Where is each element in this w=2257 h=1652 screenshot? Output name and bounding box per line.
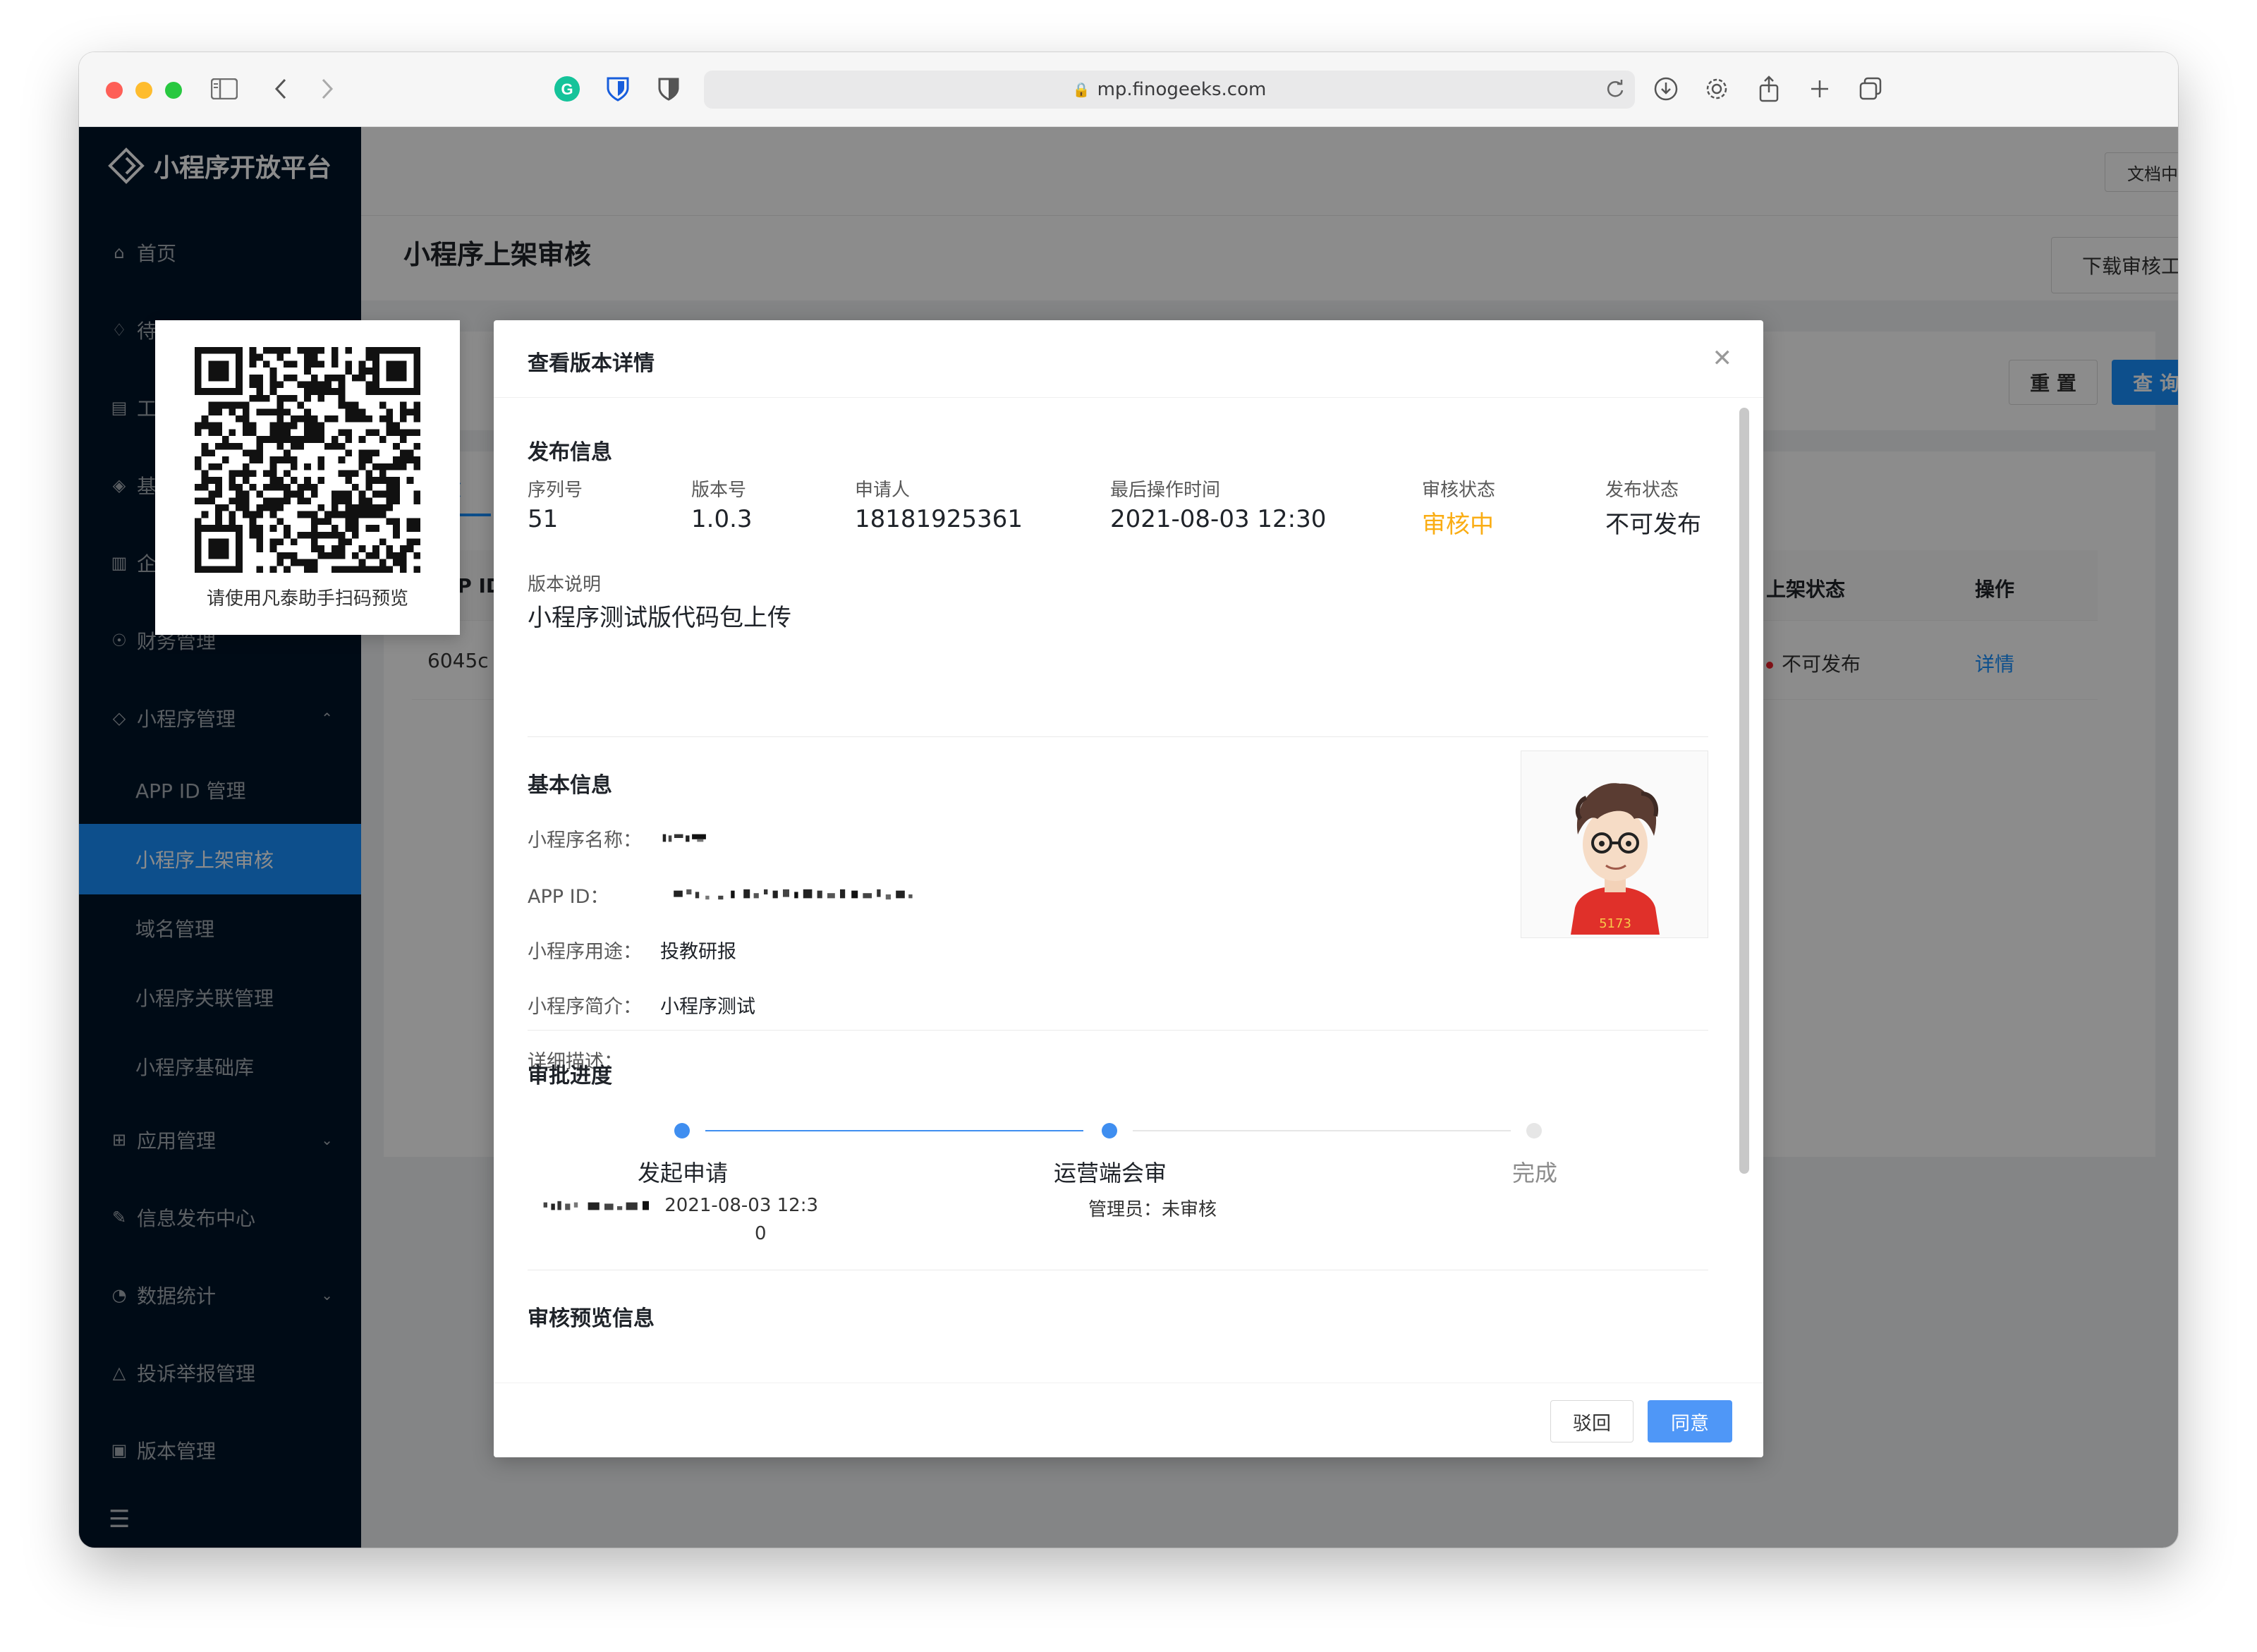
qr-scan-tip: 请使用凡泰助手扫码预览 [206,588,408,609]
step-dot-submit [674,1123,690,1138]
last-op-time-label: 最后操作时间 [1110,480,1221,501]
address-bar[interactable]: 🔒 mp.finogeeks.com [704,71,1635,109]
modal-footer: 驳回 同意 [494,1383,1763,1457]
share-icon[interactable] [1751,71,1787,107]
section-title-basic: 基本信息 [528,773,612,798]
intro-label: 小程序简介： [528,995,642,1018]
intro-value: 小程序测试 [660,995,755,1018]
svg-text:5173: 5173 [1599,916,1631,931]
section-divider [528,1030,1708,1031]
step-connector-pending [1133,1130,1511,1131]
miniprogram-icon-image: 5173 [1521,751,1708,938]
version-label: 版本号 [691,480,747,501]
publish-status-label: 发布状态 [1605,480,1679,501]
redacted-name-pixels [662,834,706,842]
usage-value: 投教研报 [660,940,736,963]
appid-label: APP ID： [528,885,609,908]
qr-code-image [195,347,420,573]
new-tab-plus-icon[interactable] [1801,71,1838,107]
forward-icon[interactable] [309,71,346,107]
minimize-window-button[interactable] [135,82,152,99]
privacy-extension-icon[interactable] [650,71,687,107]
browser-toolbar: G 🔒 mp.finogeeks.com [79,52,2178,127]
version-desc-value: 小程序测试版代码包上传 [528,604,791,632]
address-bar-url: mp.finogeeks.com [1097,79,1267,100]
publish-status-value: 不可发布 [1605,511,1701,539]
app-root: 小程序开放平台 ⌂ 首页 ♢ 待 ▤ 工 ◈ 基 ▥ 企 ☉ 财务管理 ◇ 小程… [79,127,2178,1548]
svg-text:G: G [561,80,573,98]
step-dot-finish [1526,1123,1542,1138]
section-title-progress: 审批进度 [528,1064,612,1088]
section-title-preview: 审核预览信息 [528,1306,655,1331]
download-icon[interactable] [1648,71,1684,107]
close-window-button[interactable] [106,82,123,99]
modal-title: 查看版本详情 [528,351,655,376]
step-dot-review [1102,1123,1117,1138]
section-divider [528,736,1708,737]
back-icon[interactable] [262,71,299,107]
redacted-appid-pixels [674,889,913,900]
info-row-usage: 小程序用途： 投教研报 [528,935,736,964]
serial-label: 序列号 [528,480,583,501]
step-desc-review: 管理员：未审核 [1088,1199,1217,1220]
step-submit-time-wrap: 0 [755,1223,767,1244]
lock-icon: 🔒 [1072,81,1090,98]
bitwarden-extension-icon[interactable] [600,71,636,107]
name-label: 小程序名称： [528,829,642,851]
usage-label: 小程序用途： [528,940,642,963]
reject-button[interactable]: 驳回 [1550,1400,1634,1443]
settings-gear-icon[interactable] [1698,71,1735,107]
qr-preview-popover: 请使用凡泰助手扫码预览 [155,320,460,635]
step-name-review: 运营端会审 [1053,1160,1167,1186]
last-op-time-value: 2021-08-03 12:30 [1110,505,1327,533]
agree-button[interactable]: 同意 [1648,1400,1732,1443]
step-name-submit: 发起申请 [637,1160,728,1186]
step-name-finish: 完成 [1511,1160,1557,1186]
step-connector-done [705,1130,1083,1131]
cartoon-boy-avatar-icon: 5173 [1571,783,1660,935]
section-title-release: 发布信息 [528,440,612,465]
info-row-intro: 小程序简介： 小程序测试 [528,990,755,1019]
sidebar-toggle-icon[interactable] [206,71,243,107]
close-icon[interactable]: ✕ [1712,344,1733,372]
modal-header: 查看版本详情 ✕ [494,320,1763,398]
version-detail-modal: 查看版本详情 ✕ 发布信息 序列号 51 版本号 1.0.3 申请人 18181… [494,320,1763,1457]
reload-icon[interactable] [1605,79,1625,104]
zoom-window-button[interactable] [165,82,182,99]
modal-scrollbar[interactable] [1739,408,1749,1174]
applicant-label: 申请人 [855,480,911,501]
review-status-value: 审核中 [1422,511,1494,539]
grammarly-extension-icon[interactable]: G [549,71,585,107]
info-row-appid: APP ID： [528,880,931,909]
version-value: 1.0.3 [691,505,753,533]
serial-value: 51 [528,505,559,533]
tab-overview-icon[interactable] [1852,71,1889,107]
browser-window: G 🔒 mp.finogeeks.com 小程序开放平台 ⌂ 首页 ♢ 待 ▤ … [79,52,2178,1548]
review-status-label: 审核状态 [1422,480,1496,501]
applicant-value: 18181925361 [855,505,1023,533]
version-desc-label: 版本说明 [528,574,602,595]
info-row-name: 小程序名称： [528,824,712,852]
